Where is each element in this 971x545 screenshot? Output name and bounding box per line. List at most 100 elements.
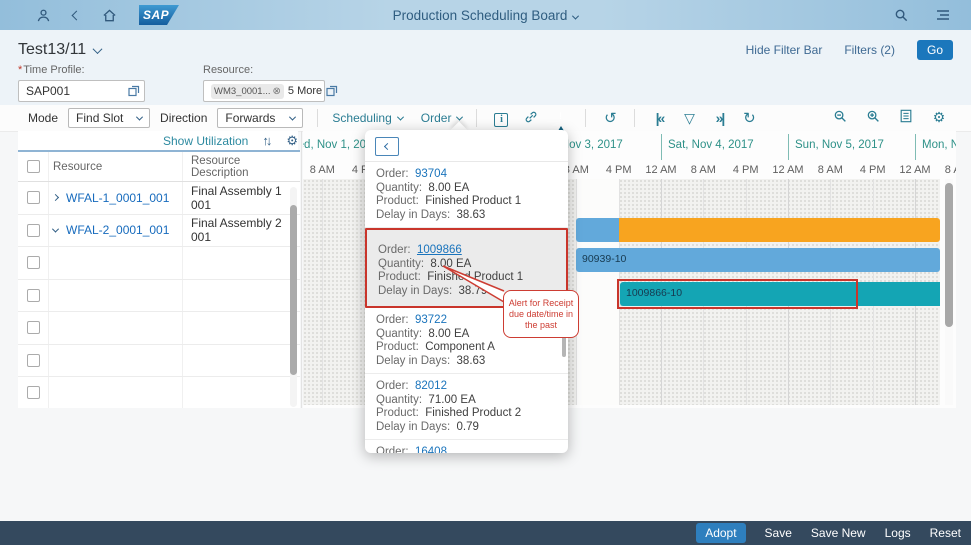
gantt-hour-label: 8 AM — [310, 164, 335, 176]
row-checkbox[interactable] — [27, 386, 40, 399]
save-button[interactable]: Save — [765, 526, 792, 540]
working-time-band — [576, 179, 619, 405]
table-header-row: Resource Resource Description — [18, 152, 300, 182]
gantt-hour-label: 8 AM — [691, 164, 716, 176]
row-checkbox[interactable] — [27, 289, 40, 302]
gantt-hour-label: 8 AM — [945, 164, 956, 176]
order-link[interactable]: 1009866 — [417, 244, 462, 256]
gantt-hour-label: 4 PM — [733, 164, 759, 176]
resource-description — [182, 345, 300, 377]
jump-to-start-icon[interactable]: |« — [649, 110, 669, 126]
footer-bar: Adopt Save Save New Logs Reset — [0, 521, 971, 545]
row-checkbox[interactable] — [27, 321, 40, 334]
alert-icon[interactable] — [551, 110, 571, 126]
gantt-hour-label: 12 AM — [899, 164, 930, 176]
legend-list-icon[interactable] — [896, 109, 916, 127]
scheduling-toolbar: Mode Find Slot Direction Forwards Schedu… — [0, 105, 971, 132]
alert-annotation: Alert for Receipt due date/time in the p… — [503, 290, 579, 338]
resource-table: Resource Resource Description WFAL-1_000… — [18, 150, 300, 408]
gantt-hour-label: 8 AM — [818, 164, 843, 176]
resource-input[interactable]: WM3_0001...⊗ 5 More — [203, 80, 325, 102]
app-title[interactable]: Production Scheduling Board — [0, 8, 971, 23]
expand-icon[interactable] — [52, 225, 59, 232]
gantt-vertical-scrollbar[interactable] — [945, 179, 953, 405]
direction-select[interactable]: Forwards — [217, 108, 303, 128]
time-profile-label: *Time Profile: — [18, 64, 145, 76]
expand-icon[interactable] — [52, 194, 59, 201]
undo-icon[interactable]: ↺ — [600, 109, 620, 127]
table-subheader: Show Utilization ↑↓ ⚙ — [18, 131, 298, 150]
table-settings-gear-icon[interactable]: ⚙ — [286, 133, 298, 149]
order-link[interactable]: 93704 — [415, 168, 447, 180]
select-all-checkbox[interactable] — [27, 160, 40, 173]
jump-to-end-icon[interactable]: »| — [709, 110, 729, 126]
variant-selector[interactable]: Test13/11 — [18, 41, 101, 59]
resource-more-link[interactable]: 5 More — [288, 85, 322, 97]
sort-icon[interactable]: ↑↓ — [262, 133, 272, 148]
row-checkbox[interactable] — [27, 224, 40, 237]
row-checkbox[interactable] — [27, 191, 40, 204]
resource-link[interactable]: WFAL-2_0001_001 — [66, 223, 169, 237]
resource-description: Final Assembly 2 001 — [182, 215, 300, 247]
overflow-menu-icon[interactable] — [935, 8, 951, 22]
show-utilization-link[interactable]: Show Utilization — [163, 134, 248, 148]
time-profile-input[interactable]: SAP001 — [18, 80, 145, 102]
resource-description — [182, 312, 300, 344]
refresh-icon[interactable]: ↻ — [739, 109, 759, 127]
resource-field: Resource: WM3_0001...⊗ 5 More — [203, 64, 325, 102]
value-help-icon[interactable] — [326, 85, 338, 97]
panel-splitter[interactable] — [301, 131, 302, 408]
gantt-date-label: Sun, Nov 5, 2017 — [795, 139, 884, 151]
resource-token[interactable]: WM3_0001...⊗ — [211, 84, 284, 99]
value-help-icon[interactable] — [128, 85, 140, 97]
gantt-hour-label: 12 AM — [772, 164, 803, 176]
go-button[interactable]: Go — [917, 40, 953, 60]
order-alert-entry[interactable]: Order: 82012 Quantity: 71.00 EA Product:… — [365, 374, 568, 440]
settings-gear-icon[interactable]: ⚙ — [929, 109, 949, 127]
table-row — [18, 377, 300, 408]
resource-link[interactable]: WFAL-1_0001_001 — [66, 191, 169, 205]
logs-button[interactable]: Logs — [885, 526, 911, 540]
gantt-date-label: Mon, Nov 6, 2017 — [922, 139, 956, 151]
save-new-button[interactable]: Save New — [811, 526, 866, 540]
alert-highlight-box — [617, 279, 858, 309]
order-link[interactable]: 16408 — [415, 446, 447, 453]
gantt-bar[interactable] — [619, 218, 940, 242]
order-alert-entry[interactable]: Order: 93704 Quantity: 8.00 EA Product: … — [365, 162, 568, 228]
table-scrollbar[interactable] — [290, 187, 297, 407]
description-column-header[interactable]: Resource Description — [182, 152, 300, 181]
gantt-hour-label: 4 PM — [606, 164, 632, 176]
order-link[interactable]: 93722 — [415, 314, 447, 326]
mode-select[interactable]: Find Slot — [68, 108, 150, 128]
reset-button[interactable]: Reset — [930, 526, 961, 540]
scroll-down-icon[interactable]: ▽ — [679, 110, 699, 127]
zoom-in-icon[interactable] — [863, 109, 883, 127]
order-alert-entry[interactable]: Order: 16408 Quantity: 86.00 EA — [365, 440, 568, 453]
popup-back-button[interactable] — [375, 137, 399, 156]
order-link[interactable]: 82012 — [415, 380, 447, 392]
table-row — [18, 280, 300, 313]
gantt-bar[interactable] — [576, 218, 619, 242]
hide-filter-bar-link[interactable]: Hide Filter Bar — [746, 43, 823, 57]
search-icon[interactable] — [894, 8, 909, 23]
resource-description — [182, 377, 300, 408]
zoom-out-icon[interactable] — [830, 109, 850, 127]
filter-bar: Test13/11 Hide Filter Bar Filters (2) Go… — [0, 30, 971, 105]
direction-label: Direction — [160, 111, 207, 125]
row-checkbox[interactable] — [27, 354, 40, 367]
table-row — [18, 247, 300, 280]
resource-description: Final Assembly 1 001 — [182, 182, 300, 214]
legend-info-icon[interactable]: i — [491, 109, 511, 127]
adopt-button[interactable]: Adopt — [696, 523, 745, 543]
resource-description — [182, 280, 300, 312]
resource-description — [182, 247, 300, 279]
filters-link[interactable]: Filters (2) — [844, 43, 895, 57]
gantt-bar-90939-10[interactable]: 90939-10 — [576, 248, 940, 272]
scheduling-menu-button[interactable]: Scheduling — [332, 111, 402, 125]
row-checkbox[interactable] — [27, 256, 40, 269]
resource-column-header[interactable]: Resource — [48, 152, 182, 181]
link-icon[interactable] — [521, 110, 541, 127]
table-row: WFAL-1_0001_001 Final Assembly 1 001 — [18, 182, 300, 215]
token-remove-icon[interactable]: ⊗ — [273, 86, 281, 97]
resource-label: Resource: — [203, 64, 325, 76]
